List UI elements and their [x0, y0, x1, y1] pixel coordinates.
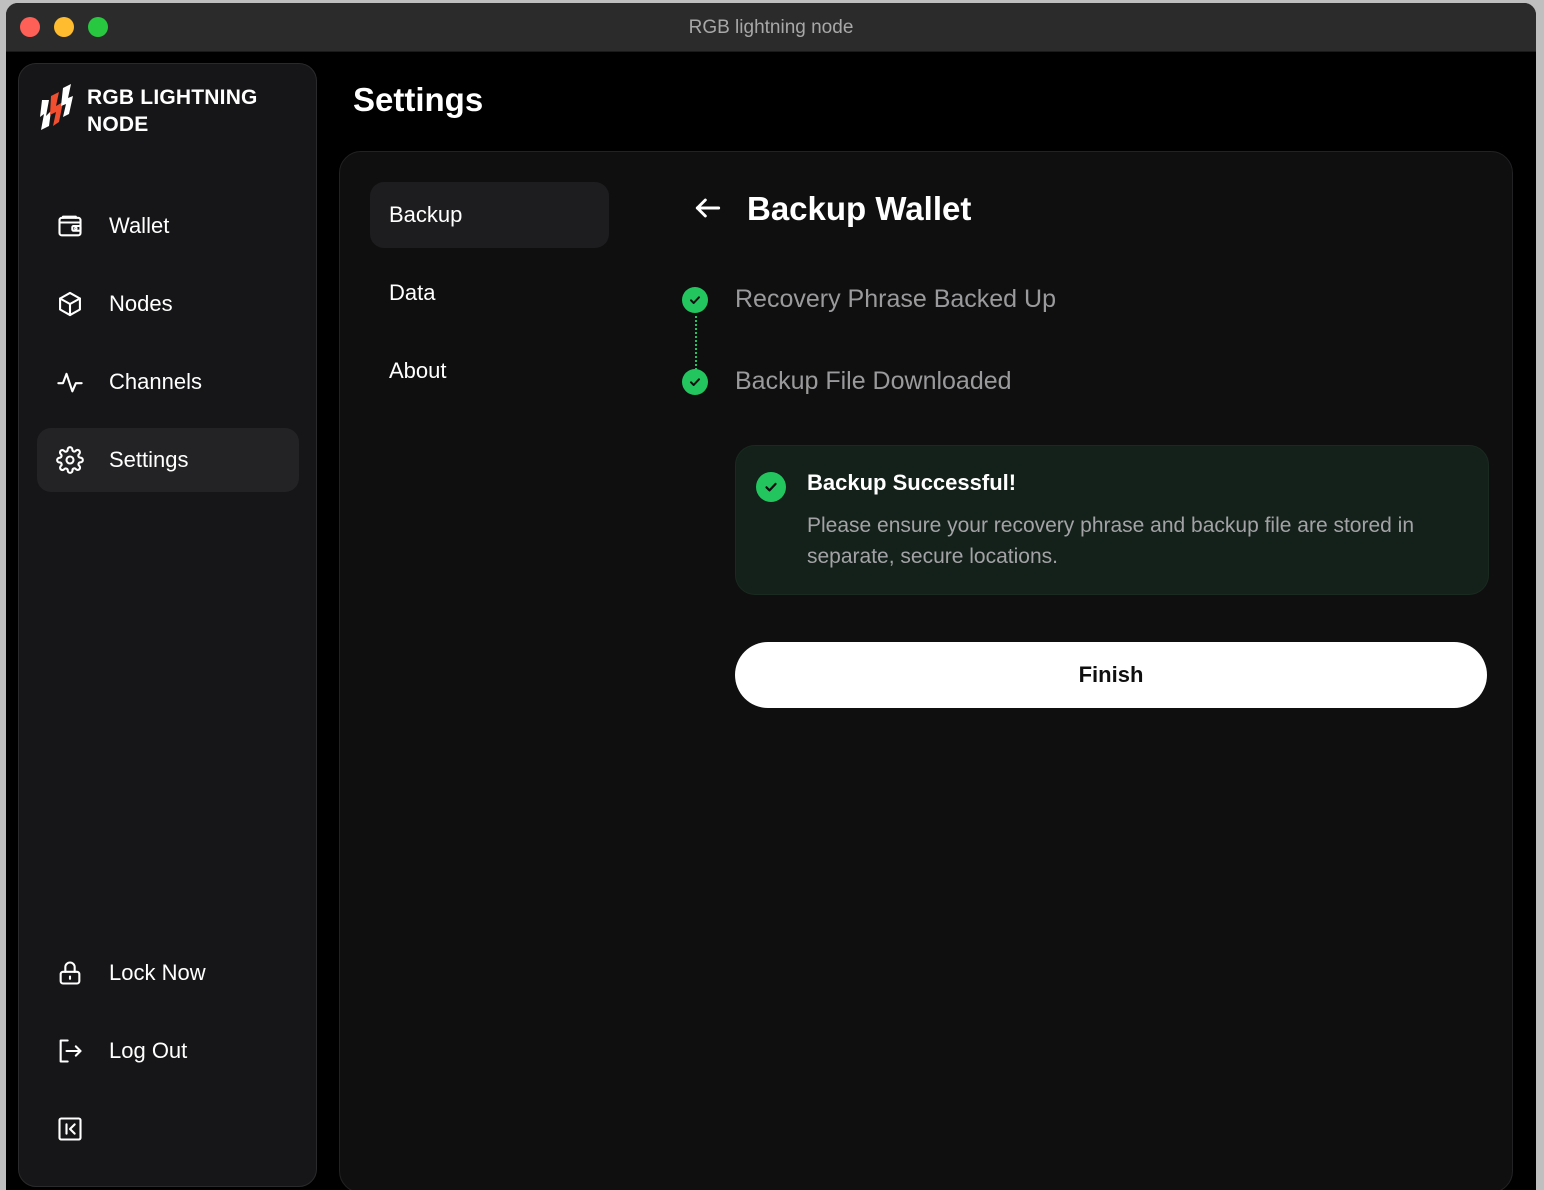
lock-now-label: Lock Now	[109, 960, 206, 985]
sidebar-item-label: Channels	[109, 369, 202, 394]
log-out-label: Log Out	[109, 1038, 188, 1063]
backup-success-alert: Backup Successful! Please ensure your re…	[735, 445, 1489, 595]
success-message: Please ensure your recovery phrase and b…	[807, 514, 1415, 568]
step-label: Backup File Downloaded	[735, 367, 1012, 395]
activity-icon	[55, 367, 85, 397]
sidebar-item-wallet[interactable]: Wallet	[37, 194, 299, 258]
collapse-sidebar-icon	[55, 1114, 85, 1144]
sidebar-item-channels[interactable]: Channels	[37, 350, 299, 414]
title-bar: RGB lightning node	[6, 3, 1536, 52]
app-window: RGB lightning node RGB LIGHTNING NODE Wa…	[6, 3, 1536, 1190]
settings-tab-about[interactable]: About	[370, 338, 609, 404]
step-backup-file: Backup File Downloaded	[682, 367, 1012, 396]
check-circle-icon	[682, 286, 708, 313]
step-label: Recovery Phrase Backed Up	[735, 285, 1056, 313]
settings-tab-label: About	[389, 358, 447, 383]
gear-icon	[55, 445, 85, 475]
settings-tab-label: Data	[389, 280, 436, 305]
backup-wallet-title: Backup Wallet	[747, 190, 972, 227]
brand-logo: RGB LIGHTNING NODE	[39, 84, 258, 138]
finish-button[interactable]: Finish	[735, 642, 1487, 708]
logout-icon	[55, 1036, 85, 1066]
lock-icon	[55, 958, 85, 988]
brand-name-line1: RGB LIGHTNING	[87, 86, 258, 109]
cube-icon	[55, 289, 85, 319]
check-circle-icon	[756, 472, 786, 502]
sidebar-item-label: Settings	[109, 447, 189, 472]
sidebar: RGB LIGHTNING NODE Wallet Nodes Channels	[18, 63, 317, 1187]
sidebar-item-label: Wallet	[109, 213, 170, 238]
step-recovery-phrase: Recovery Phrase Backed Up	[682, 285, 1056, 314]
brand-name-line2: NODE	[87, 113, 149, 136]
settings-tab-label: Backup	[389, 202, 463, 227]
success-title: Backup Successful!	[807, 470, 1017, 495]
settings-tab-backup[interactable]: Backup	[370, 182, 609, 248]
sidebar-item-nodes[interactable]: Nodes	[37, 272, 299, 336]
arrow-left-icon	[695, 198, 721, 218]
lightning-logo-icon	[40, 84, 73, 130]
back-button[interactable]	[692, 192, 724, 224]
window-title: RGB lightning node	[688, 17, 854, 38]
wallet-icon	[55, 211, 85, 241]
sidebar-item-label: Nodes	[109, 291, 173, 316]
settings-tab-data[interactable]: Data	[370, 260, 609, 326]
lock-now-button[interactable]: Lock Now	[37, 941, 299, 1005]
settings-panel: Backup Data About Backup Wallet Recovery…	[339, 151, 1513, 1190]
sidebar-item-settings[interactable]: Settings	[37, 428, 299, 492]
collapse-sidebar-button[interactable]	[37, 1097, 299, 1161]
step-connector	[695, 316, 697, 370]
check-circle-icon	[682, 368, 708, 395]
page-title: Settings	[353, 81, 484, 118]
log-out-button[interactable]: Log Out	[37, 1019, 299, 1083]
